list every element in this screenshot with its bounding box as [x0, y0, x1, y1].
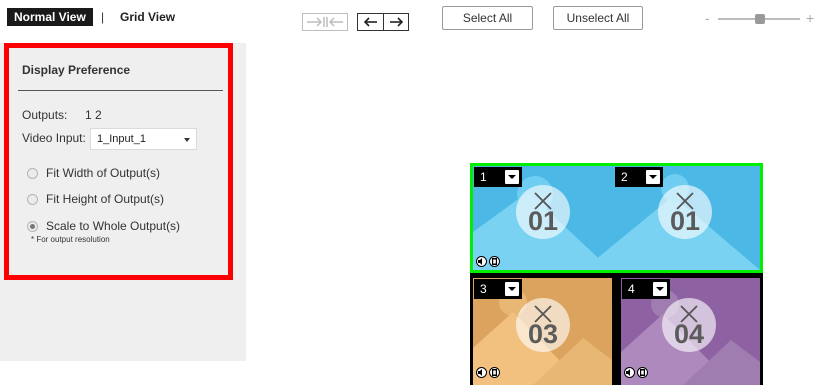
chevron-down-icon	[184, 138, 190, 142]
outputs-value: 1 2	[85, 108, 102, 122]
dropdown-icon[interactable]	[505, 282, 519, 296]
film-icon[interactable]	[489, 367, 500, 378]
zoom-in-icon[interactable]: +	[806, 10, 814, 26]
scale-whole-option[interactable]: Scale to Whole Output(s)	[27, 219, 180, 233]
speaker-icon[interactable]	[476, 367, 487, 378]
output-number: 3	[480, 282, 487, 296]
radio-button[interactable]	[27, 167, 38, 179]
source-number: 03	[527, 319, 559, 349]
resolution-note: * For output resolution	[31, 235, 110, 244]
panel-title: Display Preference	[22, 63, 131, 77]
select-all-button[interactable]: Select All	[442, 6, 533, 30]
option-label: Scale to Whole Output(s)	[46, 219, 181, 233]
source-number: 04	[673, 319, 705, 349]
normal-view-tab[interactable]: Normal View	[7, 8, 93, 26]
expand-arrows-icon[interactable]	[357, 13, 409, 31]
film-icon[interactable]	[637, 367, 648, 378]
view-separator: |	[101, 10, 105, 24]
selected-output-frame	[470, 163, 763, 273]
source-badge-4: 04	[662, 298, 716, 352]
panel-highlight-frame	[4, 43, 233, 280]
video-input-value: 1_Input_1	[97, 133, 146, 145]
output-number: 4	[628, 282, 635, 296]
grid-view-tab[interactable]: Grid View	[120, 8, 175, 26]
dropdown-icon[interactable]	[653, 282, 667, 296]
zoom-slider-thumb[interactable]	[755, 14, 765, 24]
video-input-label: Video Input:	[22, 131, 86, 145]
output-selector-3[interactable]: 3	[474, 279, 522, 299]
fit-height-option[interactable]: Fit Height of Output(s)	[27, 192, 164, 206]
zoom-out-icon[interactable]: -	[705, 10, 710, 26]
outputs-label: Outputs:	[22, 108, 68, 122]
option-label: Fit Width of Output(s)	[46, 166, 161, 180]
output-selector-4[interactable]: 4	[622, 279, 670, 299]
unselect-all-button[interactable]: Unselect All	[553, 6, 643, 30]
radio-button[interactable]	[27, 193, 38, 205]
speaker-icon[interactable]	[624, 367, 635, 378]
panel-divider	[18, 90, 223, 91]
source-badge-3: 03	[516, 298, 570, 352]
option-label: Fit Height of Output(s)	[46, 192, 165, 206]
radio-button-checked[interactable]	[27, 220, 38, 232]
collapse-arrows-icon[interactable]	[302, 13, 348, 31]
fit-width-option[interactable]: Fit Width of Output(s)	[27, 166, 160, 180]
video-input-select[interactable]: 1_Input_1	[90, 128, 197, 150]
